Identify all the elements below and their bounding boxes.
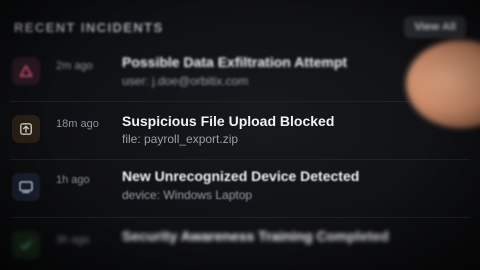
check-icon xyxy=(12,231,40,259)
incident-panel: RECENT INCIDENTS View All 2m ago Possibl… xyxy=(0,0,480,270)
incident-row[interactable]: 1h ago New Unrecognized Device Detected … xyxy=(0,160,480,218)
incident-detail: user: j.doe@orbitix.com xyxy=(122,74,249,88)
incident-time: 3h ago xyxy=(56,234,90,246)
panel-header: RECENT INCIDENTS View All xyxy=(14,16,466,40)
device-icon xyxy=(12,173,40,201)
incident-detail: device: Windows Laptop xyxy=(122,188,253,202)
warning-triangle-icon xyxy=(12,57,40,85)
view-all-button[interactable]: View All xyxy=(404,16,466,38)
panel-title: RECENT INCIDENTS xyxy=(14,20,164,35)
incident-title: Security Awareness Training Completed xyxy=(122,228,389,244)
incident-time: 1h ago xyxy=(56,174,90,186)
incident-title: Possible Data Exfiltration Attempt xyxy=(122,54,348,70)
incident-detail: file: payroll_export.zip xyxy=(122,132,239,146)
incident-row[interactable]: 3h ago Security Awareness Training Compl… xyxy=(0,218,480,270)
incident-time: 18m ago xyxy=(56,118,99,130)
incident-row[interactable]: 18m ago Suspicious File Upload Blocked f… xyxy=(0,102,480,160)
incident-title: New Unrecognized Device Detected xyxy=(122,168,360,184)
incident-title: Suspicious File Upload Blocked xyxy=(122,113,335,129)
incident-time: 2m ago xyxy=(56,60,93,72)
upload-icon xyxy=(12,115,40,143)
